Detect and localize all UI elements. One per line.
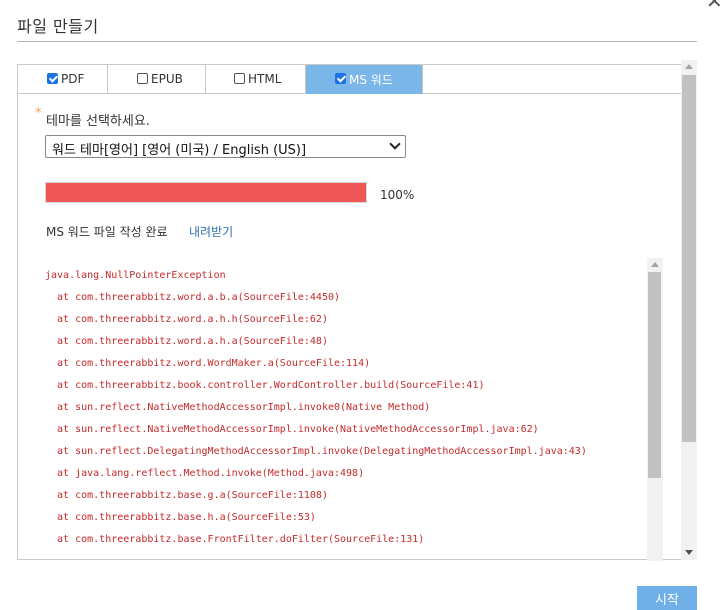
scroll-down-arrow-icon[interactable] (685, 550, 693, 555)
scroll-up-arrow-icon[interactable] (685, 64, 693, 69)
required-mark: * (35, 106, 42, 121)
log-line: at com.threerabbitz.word.a.h.h(SourceFil… (45, 314, 328, 325)
log-line: at com.threerabbitz.base.g.a(SourceFile:… (45, 490, 328, 501)
status-message: MS 워드 파일 작성 완료 (46, 225, 168, 239)
tab-ms-word[interactable]: MS 워드 (306, 65, 423, 94)
tab-ms-word-label: MS 워드 (349, 72, 393, 87)
log-scroll-thumb[interactable] (648, 272, 661, 478)
log-line: at sun.reflect.NativeMethodAccessorImpl.… (45, 424, 539, 435)
tab-html[interactable]: HTML (206, 65, 306, 94)
dialog-scrollbar[interactable] (681, 60, 697, 560)
checkbox-html[interactable] (234, 72, 245, 84)
checkbox-pdf[interactable] (47, 72, 58, 84)
log-line: at sun.reflect.DelegatingMethodAccessorI… (45, 446, 587, 457)
log-line: at com.threerabbitz.word.a.h.a(SourceFil… (45, 336, 328, 347)
progress-bar (45, 182, 367, 203)
log-line: at com.threerabbitz.book.controller.Word… (45, 380, 485, 391)
log-line: at com.threerabbitz.word.a.b.a(SourceFil… (45, 292, 341, 303)
log-scrollbar[interactable] (647, 258, 663, 561)
tab-pdf-label: PDF (61, 72, 85, 86)
log-line: at com.threerabbitz.base.FrontFilter.doF… (45, 534, 425, 545)
dialog-title: 파일 만들기 (17, 17, 99, 36)
tab-epub-label: EPUB (151, 72, 183, 86)
download-link[interactable]: 내려받기 (189, 223, 233, 240)
error-log: java.lang.NullPointerException at com.th… (45, 260, 645, 560)
start-button[interactable]: 시작 (637, 586, 697, 610)
checkbox-ms-word[interactable] (335, 72, 346, 84)
log-line: java.lang.NullPointerException (45, 270, 226, 281)
theme-label: 테마를 선택하세요. (46, 114, 150, 129)
tab-pdf[interactable]: PDF (18, 65, 108, 94)
dialog-scroll-thumb[interactable] (682, 75, 696, 442)
log-line: at sun.reflect.NativeMethodAccessorImpl.… (45, 402, 431, 413)
log-line: at com.threerabbitz.word.WordMaker.a(Sou… (45, 358, 371, 369)
tab-epub[interactable]: EPUB (108, 65, 206, 94)
theme-select-value: 워드 테마[영어] [영어 (미국) / English (US)] (52, 143, 307, 158)
scroll-up-arrow-icon[interactable] (651, 262, 659, 267)
progress-percent: 100% (380, 188, 415, 202)
progress-fill (46, 183, 366, 202)
checkbox-epub[interactable] (137, 72, 148, 84)
theme-select[interactable]: 워드 테마[영어] [영어 (미국) / English (US)] (45, 135, 406, 158)
dialog-body: PDF EPUB HTML MS 워드 * 테마를 선택하세요. 워드 테마[영… (17, 64, 697, 561)
close-icon[interactable]: ✕ (706, 0, 720, 11)
chevron-down-icon (389, 138, 401, 150)
title-divider (17, 41, 697, 42)
log-line: at com.threerabbitz.base.h.a(SourceFile:… (45, 512, 316, 523)
tabs-underline (423, 93, 697, 94)
log-line: at java.lang.reflect.Method.invoke(Metho… (45, 468, 365, 479)
tab-html-label: HTML (248, 72, 282, 86)
format-tabs: PDF EPUB HTML MS 워드 (18, 65, 423, 94)
